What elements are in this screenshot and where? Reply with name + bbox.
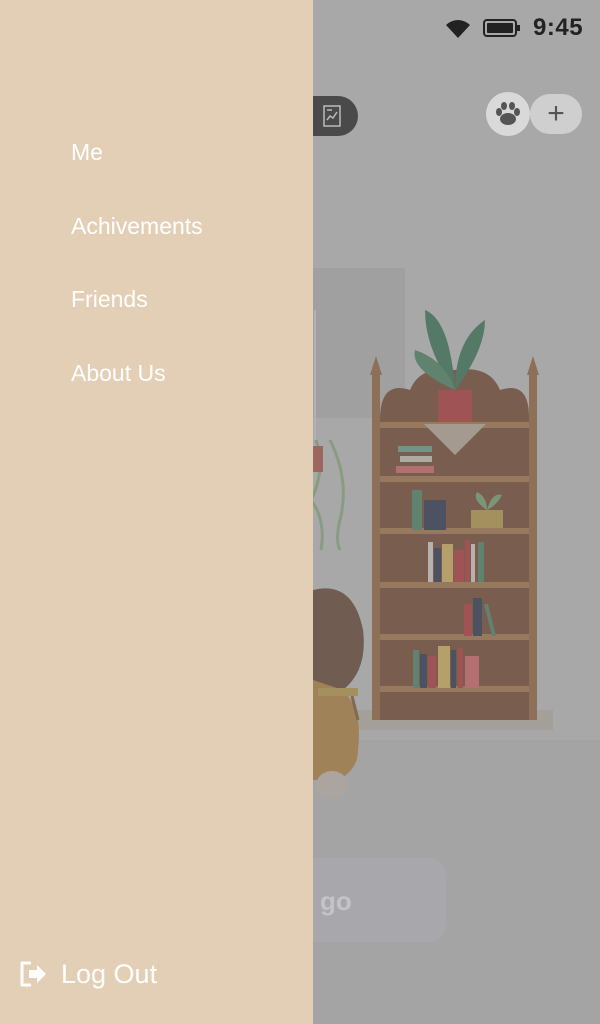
logout-icon: [20, 961, 46, 987]
paw-icon: [496, 102, 520, 125]
logout-button[interactable]: Log Out: [17, 956, 157, 992]
navigation-drawer: Me Achivements Friends About Us Log Out: [0, 0, 313, 1024]
go-button[interactable]: go: [290, 858, 446, 942]
report-icon: [323, 105, 341, 127]
plus-icon: +: [547, 97, 565, 130]
status-bar: 9:45: [313, 0, 600, 56]
add-button[interactable]: +: [530, 94, 582, 134]
logout-label: Log Out: [61, 958, 158, 989]
pet-button[interactable]: [486, 92, 530, 136]
battery-icon: [483, 19, 520, 37]
go-button-label: go: [320, 886, 352, 916]
menu-item-achievements[interactable]: Achivements: [71, 213, 203, 240]
menu-item-me[interactable]: Me: [71, 139, 103, 166]
status-time: 9:45: [533, 14, 584, 41]
menu-item-about-us[interactable]: About Us: [71, 360, 166, 387]
wifi-icon: [446, 20, 470, 38]
menu-item-friends[interactable]: Friends: [71, 286, 148, 313]
